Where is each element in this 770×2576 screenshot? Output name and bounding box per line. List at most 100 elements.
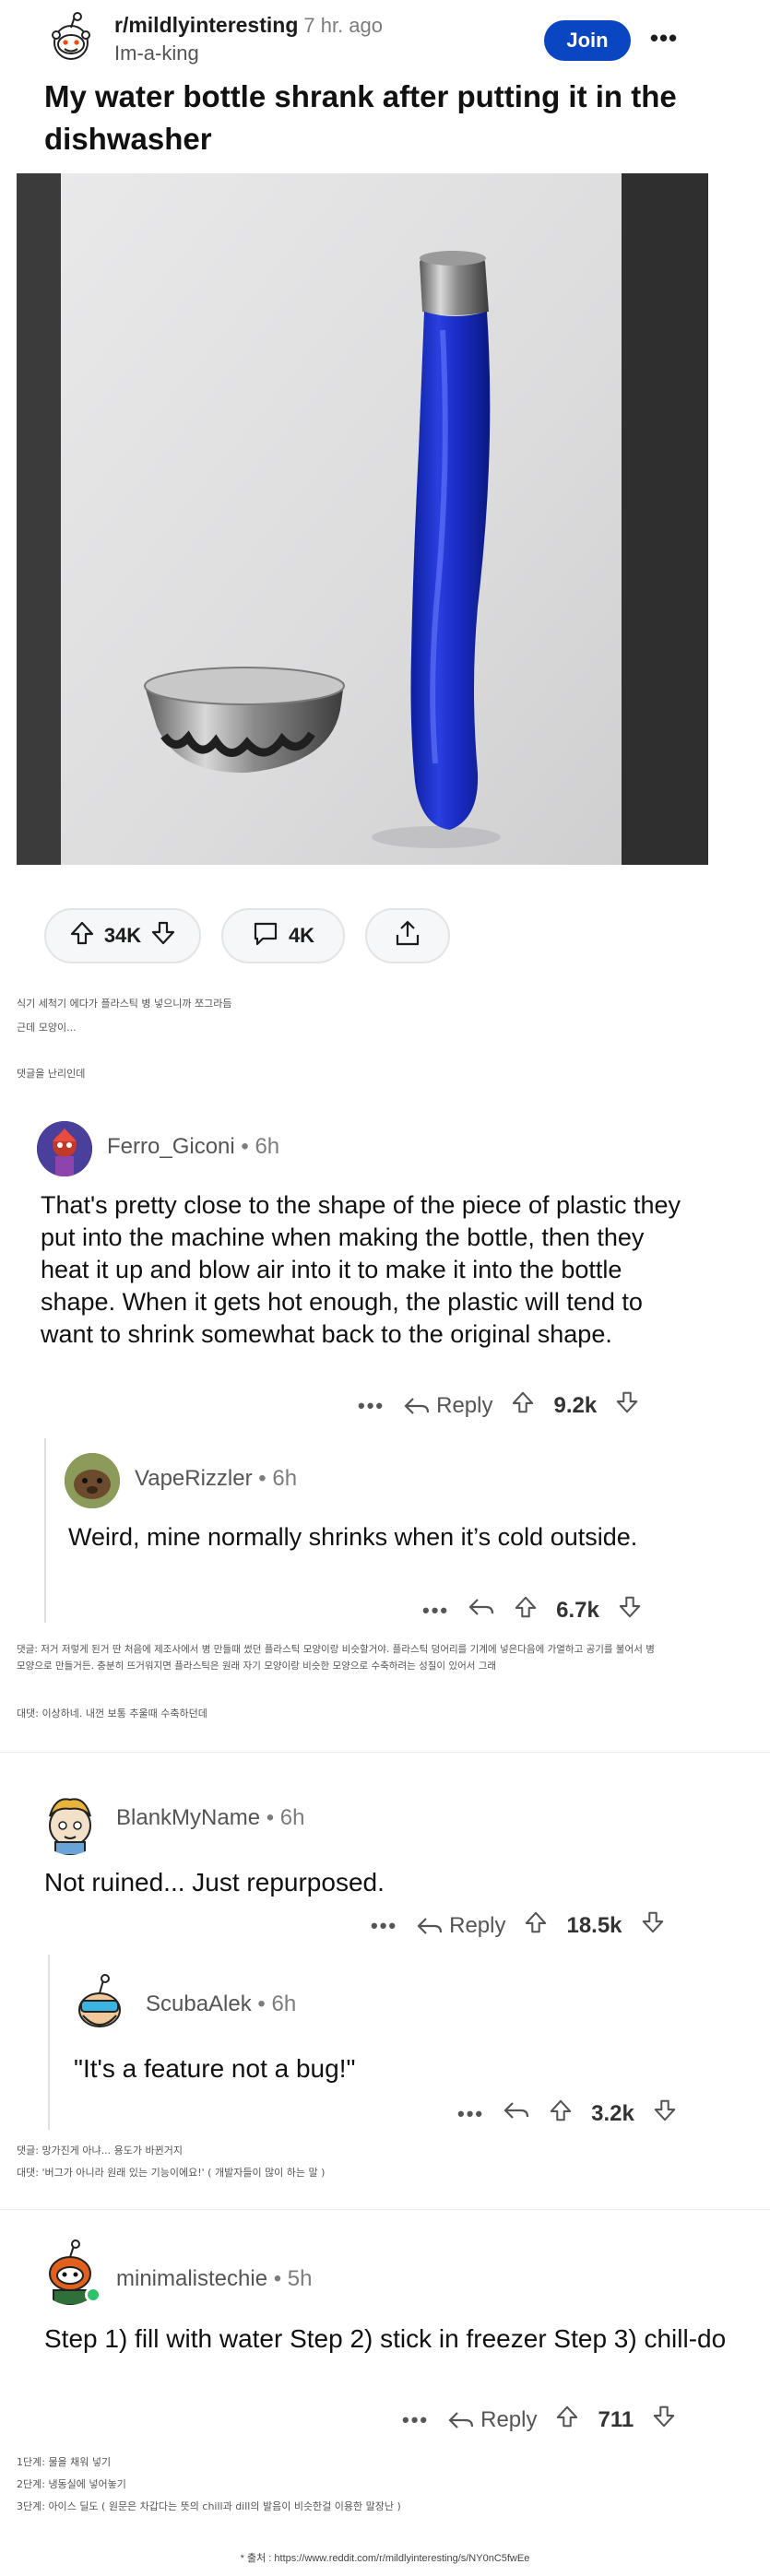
- comment-icon: [252, 919, 279, 952]
- downvote-icon[interactable]: [641, 1910, 665, 1941]
- caption-line-1: 식기 세척기 에다가 플라스틱 병 넣으니까 쪼그라듬: [17, 998, 232, 1010]
- translation-note: 댓글: 저거 저렇게 된거 딴 처음에 제조사에서 병 만들때 썼던 플라스틱 …: [17, 1644, 655, 1655]
- reply-button[interactable]: [468, 1596, 495, 1625]
- downvote-icon[interactable]: [653, 2098, 677, 2129]
- subreddit-name[interactable]: r/mildlyinteresting 7 hr. ago: [114, 13, 383, 38]
- avatar[interactable]: [70, 1973, 129, 2036]
- comment-username[interactable]: VapeRizzler • 6h: [135, 1466, 297, 1492]
- downvote-icon[interactable]: [150, 920, 176, 951]
- post-time: 7 hr. ago: [303, 14, 384, 37]
- subreddit-avatar[interactable]: [48, 11, 94, 65]
- reply-label: Reply: [436, 1392, 493, 1418]
- join-button[interactable]: Join: [544, 20, 631, 61]
- reply-icon: [417, 1917, 443, 1934]
- comment-actions: ••• 3.2k: [457, 2098, 677, 2129]
- translation-note: 1단계: 물을 채워 넣기: [17, 2456, 112, 2468]
- caption-line-3: 댓글을 난리인데: [17, 1068, 86, 1080]
- translation-note: 대댓: '버그가 아니라 원래 있는 기능이에요!' ( 개발자들이 많이 하는…: [17, 2167, 326, 2179]
- translation-note: 3단계: 아이스 딜도 ( 원문은 차갑다는 뜻의 chill과 dill의 발…: [17, 2500, 401, 2512]
- comment-username[interactable]: ScubaAlek • 6h: [146, 1991, 296, 2017]
- upvote-icon[interactable]: [514, 1595, 538, 1625]
- comment-score: 6.7k: [556, 1597, 599, 1623]
- translation-note: 댓글: 망가진게 아냐... 용도가 바뀐거지: [17, 2145, 183, 2157]
- downvote-icon[interactable]: [615, 1390, 639, 1421]
- comment-username[interactable]: BlankMyName • 6h: [116, 1805, 304, 1831]
- comment-body: That's pretty close to the shape of the …: [41, 1191, 681, 1348]
- reply-button[interactable]: Reply: [416, 1913, 505, 1939]
- share-button[interactable]: [365, 908, 450, 963]
- more-options-icon[interactable]: •••: [646, 24, 682, 57]
- comment-actions: ••• Reply 711: [402, 2405, 676, 2435]
- reply-icon: [404, 1397, 430, 1414]
- comment-body: "It's a feature not a bug!": [74, 2054, 356, 2083]
- avatar[interactable]: [37, 1789, 103, 1855]
- reply-icon: [468, 1599, 494, 1615]
- downvote-icon[interactable]: [652, 2405, 676, 2435]
- reply-label: Reply: [480, 2406, 538, 2432]
- username[interactable]: VapeRizzler: [135, 1466, 253, 1491]
- post-title: My water bottle shrank after putting it …: [44, 79, 677, 156]
- upvote-icon[interactable]: [549, 2098, 573, 2129]
- avatar[interactable]: [65, 1453, 120, 1508]
- snoo-icon: [52, 12, 90, 60]
- upvote-icon[interactable]: [524, 1910, 548, 1941]
- vote-bar: 34K: [44, 908, 201, 963]
- comment-count: 4K: [288, 924, 315, 947]
- thread-line: [48, 1955, 50, 2130]
- divider: [0, 1752, 770, 1753]
- reply-icon: [503, 2102, 529, 2119]
- username[interactable]: Ferro_Giconi: [107, 1134, 235, 1159]
- source-credit: * 출처 : https://www.reddit.com/r/mildlyin…: [240, 2553, 530, 2564]
- comment-body: Weird, mine normally shrinks when it’s c…: [68, 1523, 638, 1551]
- comment-age: • 6h: [251, 1991, 297, 2016]
- more-options-icon[interactable]: •••: [402, 2408, 429, 2432]
- reply-button[interactable]: Reply: [403, 1393, 492, 1419]
- username[interactable]: ScubaAlek: [146, 1991, 252, 2016]
- comments-button[interactable]: 4K: [221, 908, 345, 963]
- more-options-icon[interactable]: •••: [371, 1914, 397, 1938]
- reply-icon: [448, 2411, 474, 2428]
- more-options-icon[interactable]: •••: [358, 1394, 385, 1418]
- caption-line-2: 근데 모양이...: [17, 1022, 77, 1034]
- reply-button[interactable]: Reply: [447, 2407, 537, 2433]
- comment-actions: ••• Reply 9.2k: [358, 1390, 639, 1421]
- photo-shrunken-bottle: [17, 173, 708, 865]
- comment-score: 9.2k: [553, 1392, 598, 1418]
- downvote-icon[interactable]: [618, 1595, 642, 1625]
- more-options-icon[interactable]: •••: [457, 2102, 484, 2126]
- comment-score: 3.2k: [591, 2100, 634, 2126]
- comment-score: 711: [598, 2406, 634, 2432]
- user-avatar-icon: [65, 1453, 120, 1508]
- user-avatar-icon: [49, 1798, 91, 1855]
- upvote-icon[interactable]: [555, 2405, 579, 2435]
- upvote-icon[interactable]: [511, 1390, 535, 1421]
- comment-age: • 5h: [267, 2266, 313, 2291]
- translation-note: 대댓: 이상하네. 내껀 보통 추울때 수축하던데: [17, 1707, 207, 1719]
- share-icon: [394, 919, 421, 952]
- more-options-icon[interactable]: •••: [422, 1599, 449, 1623]
- comment-username[interactable]: minimalistechie • 5h: [116, 2266, 313, 2292]
- comment-score: 18.5k: [566, 1912, 622, 1938]
- comment-actions: ••• Reply 18.5k: [371, 1910, 665, 1941]
- upvote-icon[interactable]: [69, 920, 95, 951]
- translation-note: 2단계: 냉동실에 넣어놓기: [17, 2478, 126, 2490]
- reply-label: Reply: [449, 1912, 506, 1938]
- post-author[interactable]: Im-a-king: [114, 41, 199, 65]
- comment-username[interactable]: Ferro_Giconi • 6h: [107, 1134, 279, 1160]
- username[interactable]: BlankMyName: [116, 1805, 260, 1830]
- online-status-indicator: [85, 2286, 101, 2303]
- upvote-count: 34K: [103, 924, 142, 947]
- user-avatar-icon: [78, 1974, 121, 2027]
- post-image[interactable]: [17, 173, 708, 865]
- comment-age: • 6h: [260, 1805, 305, 1830]
- comment-age: • 6h: [234, 1134, 280, 1159]
- username[interactable]: minimalistechie: [116, 2266, 267, 2291]
- user-avatar-icon: [37, 1121, 92, 1176]
- comment-actions: ••• 6.7k: [422, 1595, 642, 1625]
- avatar[interactable]: [37, 1121, 92, 1176]
- subreddit-link[interactable]: r/mildlyinteresting: [114, 13, 298, 37]
- comment-age: • 6h: [252, 1466, 298, 1491]
- reply-button[interactable]: [503, 2099, 530, 2128]
- divider: [0, 2209, 770, 2210]
- comment-body: Not ruined... Just repurposed.: [44, 1868, 385, 1897]
